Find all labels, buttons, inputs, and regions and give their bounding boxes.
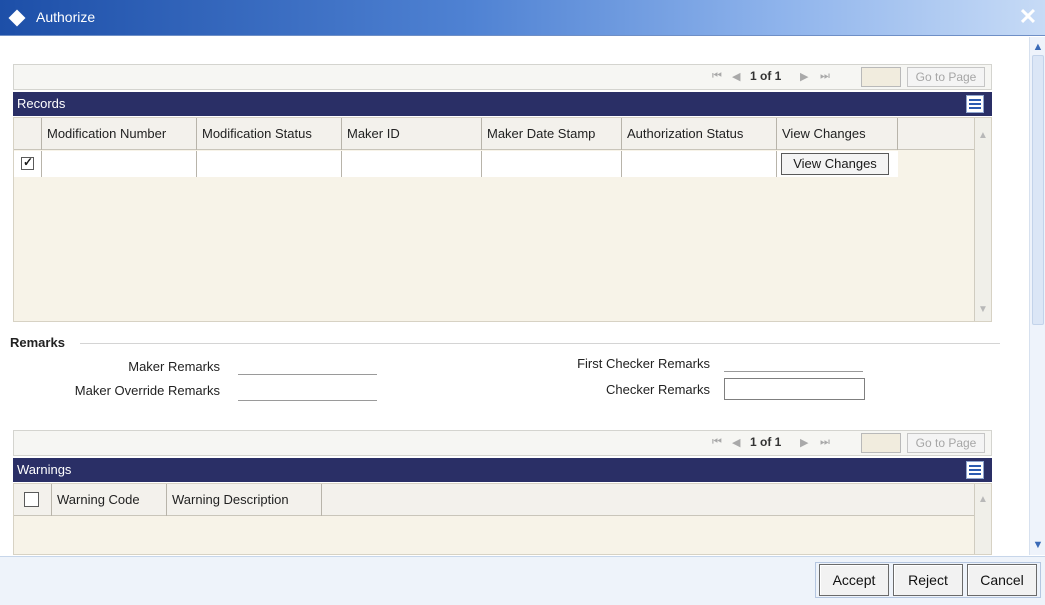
column-header[interactable]: Warning Description [167, 484, 322, 516]
window-vertical-scrollbar[interactable]: ▲ ▼ [1029, 37, 1045, 555]
remarks-title: Remarks [10, 335, 65, 350]
page-count: 1 of 1 [750, 435, 782, 449]
page-number-input[interactable] [861, 67, 901, 87]
warnings-title: Warnings [17, 462, 72, 477]
go-to-page-button[interactable]: Go to Page [907, 433, 985, 453]
reject-button[interactable]: Reject [893, 564, 963, 596]
warnings-header: Warnings [13, 458, 992, 482]
warnings-scrollbar[interactable]: ▲ [974, 484, 991, 554]
select-all-checkbox[interactable] [24, 492, 39, 507]
blank-column-header [322, 484, 976, 516]
scroll-down-icon[interactable]: ▼ [1030, 537, 1045, 553]
view-changes-button[interactable]: View Changes [781, 153, 889, 175]
select-all-column [14, 118, 42, 150]
scroll-up-icon[interactable]: ▲ [1030, 39, 1045, 55]
cancel-button[interactable]: Cancel [967, 564, 1037, 596]
column-header[interactable]: Authorization Status [622, 118, 777, 150]
next-page-icon[interactable]: ▶ [800, 70, 808, 83]
column-header[interactable]: Maker Date Stamp [482, 118, 622, 150]
window-diamond-icon [8, 9, 26, 27]
page-number-input[interactable] [861, 433, 901, 453]
previous-page-icon[interactable]: ◀ [732, 436, 740, 449]
scroll-down-icon[interactable]: ▼ [975, 304, 991, 315]
first-page-icon[interactable]: ⏮ [712, 436, 722, 449]
grid-view-icon[interactable] [966, 461, 984, 479]
select-all-column [14, 484, 52, 516]
page-count: 1 of 1 [750, 69, 782, 83]
go-to-page-button[interactable]: Go to Page [907, 67, 985, 87]
scrollbar-thumb[interactable] [1032, 55, 1044, 325]
warnings-table-header: Warning Code Warning Description [14, 484, 976, 516]
column-header[interactable]: Warning Code [52, 484, 167, 516]
maker-id-cell [342, 151, 482, 177]
first-checker-remarks-label: First Checker Remarks [577, 356, 710, 371]
column-header[interactable]: View Changes [777, 118, 898, 150]
row-select-cell [14, 151, 42, 177]
maker-override-remarks-label: Maker Override Remarks [74, 383, 220, 398]
records-header: Records [13, 92, 992, 116]
checker-remarks-input[interactable] [724, 378, 865, 400]
table-row[interactable]: View Changes [14, 151, 898, 177]
footer-bar: Accept Reject Cancel [0, 556, 1045, 605]
remarks-divider [80, 343, 1000, 344]
maker-date-stamp-cell [482, 151, 622, 177]
warnings-pager: ⏮ ◀ 1 of 1 ▶ ⏭ Go to Page [13, 430, 992, 456]
modification-status-cell [197, 151, 342, 177]
column-header[interactable]: Modification Status [197, 118, 342, 150]
checker-remarks-label: Checker Remarks [605, 382, 710, 397]
first-page-icon[interactable]: ⏮ [712, 70, 722, 83]
records-title: Records [17, 96, 66, 111]
close-button[interactable]: ✕ [1017, 5, 1039, 29]
records-scrollbar[interactable]: ▲ ▼ [974, 118, 991, 321]
first-checker-remarks-field[interactable] [724, 371, 863, 372]
column-header[interactable]: Maker ID [342, 118, 482, 150]
records-table: Modification Number Modification Status … [13, 117, 992, 322]
blank-column-header [898, 118, 976, 150]
maker-override-remarks-field[interactable] [238, 400, 377, 401]
previous-page-icon[interactable]: ◀ [732, 70, 740, 83]
records-table-header: Modification Number Modification Status … [14, 118, 976, 150]
records-pager: ⏮ ◀ 1 of 1 ▶ ⏭ Go to Page [13, 64, 992, 90]
warnings-table: Warning Code Warning Description ▲ [13, 483, 992, 555]
maker-remarks-label: Maker Remarks [128, 359, 220, 374]
grid-view-icon[interactable] [966, 95, 984, 113]
column-header[interactable]: Modification Number [42, 118, 197, 150]
last-page-icon[interactable]: ⏭ [820, 70, 830, 83]
scroll-up-icon[interactable]: ▲ [975, 130, 991, 141]
view-changes-cell: View Changes [777, 151, 898, 177]
window-title: Authorize [36, 9, 96, 25]
next-page-icon[interactable]: ▶ [800, 436, 808, 449]
accept-button[interactable]: Accept [819, 564, 889, 596]
row-checkbox[interactable] [21, 155, 34, 170]
last-page-icon[interactable]: ⏭ [820, 436, 830, 449]
authorization-status-cell [622, 151, 777, 177]
scroll-up-icon[interactable]: ▲ [975, 494, 991, 505]
maker-remarks-field[interactable] [238, 374, 377, 375]
title-bar: Authorize ✕ [0, 0, 1045, 36]
modification-number-cell [42, 151, 197, 177]
